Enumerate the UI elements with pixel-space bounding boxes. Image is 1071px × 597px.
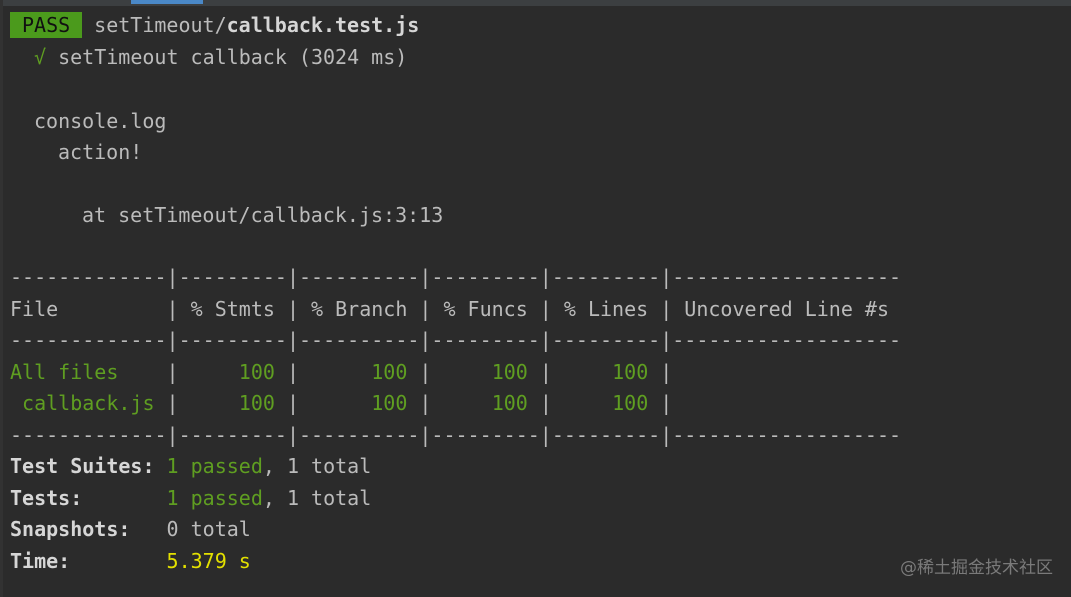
summary-total: , 1 total <box>262 486 372 510</box>
summary-snapshots: Snapshots: 0 total <box>10 515 251 543</box>
coverage-row: callback.js | 100 | 100 | 100 | 100 | <box>22 391 673 415</box>
console-log-location: at setTimeout/callback.js:3:13 <box>82 203 444 227</box>
coverage-stmts: 100 <box>238 391 275 415</box>
summary-total: , 1 total <box>262 454 372 478</box>
coverage-branch: 100 <box>371 391 408 415</box>
summary-tests: Tests: 1 passed, 1 total <box>10 484 371 512</box>
coverage-separator: -------------|---------|----------|-----… <box>10 423 902 447</box>
coverage-funcs: 100 <box>491 360 528 384</box>
summary-label: Time: <box>10 549 71 573</box>
summary-label: Tests: <box>10 486 83 510</box>
coverage-branch: 100 <box>371 360 408 384</box>
file-path-prefix: setTimeout/ <box>94 13 227 37</box>
console-log-message: action! <box>58 140 143 164</box>
summary-time-value: 5.379 s <box>166 549 251 573</box>
summary-label: Test Suites: <box>10 454 155 478</box>
test-result-line: √ setTimeout callback (3024 ms) <box>34 43 407 71</box>
coverage-separator: -------------|---------|----------|-----… <box>10 328 902 352</box>
coverage-row: All files | 100 | 100 | 100 | 100 | <box>10 360 673 384</box>
summary-label: Snapshots: <box>10 517 131 541</box>
coverage-separator: -------------|---------|----------|-----… <box>10 265 902 289</box>
console-log-label: console.log <box>34 109 167 133</box>
coverage-lines: 100 <box>612 360 649 384</box>
summary-time: Time: 5.379 s <box>10 547 251 575</box>
summary-passed: 1 passed <box>166 454 263 478</box>
pass-badge: PASS <box>10 12 83 38</box>
test-file-header: PASS setTimeout/callback.test.js <box>10 11 419 39</box>
test-file-name: callback.test.js <box>226 13 420 37</box>
coverage-file-name: All files <box>10 360 119 384</box>
coverage-header-row: File | % Stmts | % Branch | % Funcs | % … <box>10 297 889 321</box>
summary-test-suites: Test Suites: 1 passed, 1 total <box>10 452 371 480</box>
coverage-funcs: 100 <box>491 391 528 415</box>
summary-passed: 1 passed <box>166 486 263 510</box>
coverage-stmts: 100 <box>238 360 275 384</box>
summary-value: 0 total <box>166 517 251 541</box>
test-result-text: setTimeout callback (3024 ms) <box>58 45 408 69</box>
watermark: @稀土掘金技术社区 <box>900 558 1053 578</box>
coverage-file-name: callback.js <box>22 391 155 415</box>
terminal-output[interactable]: PASS setTimeout/callback.test.js √ setTim… <box>0 0 1071 597</box>
coverage-lines: 100 <box>612 391 649 415</box>
check-icon: √ <box>34 45 47 69</box>
